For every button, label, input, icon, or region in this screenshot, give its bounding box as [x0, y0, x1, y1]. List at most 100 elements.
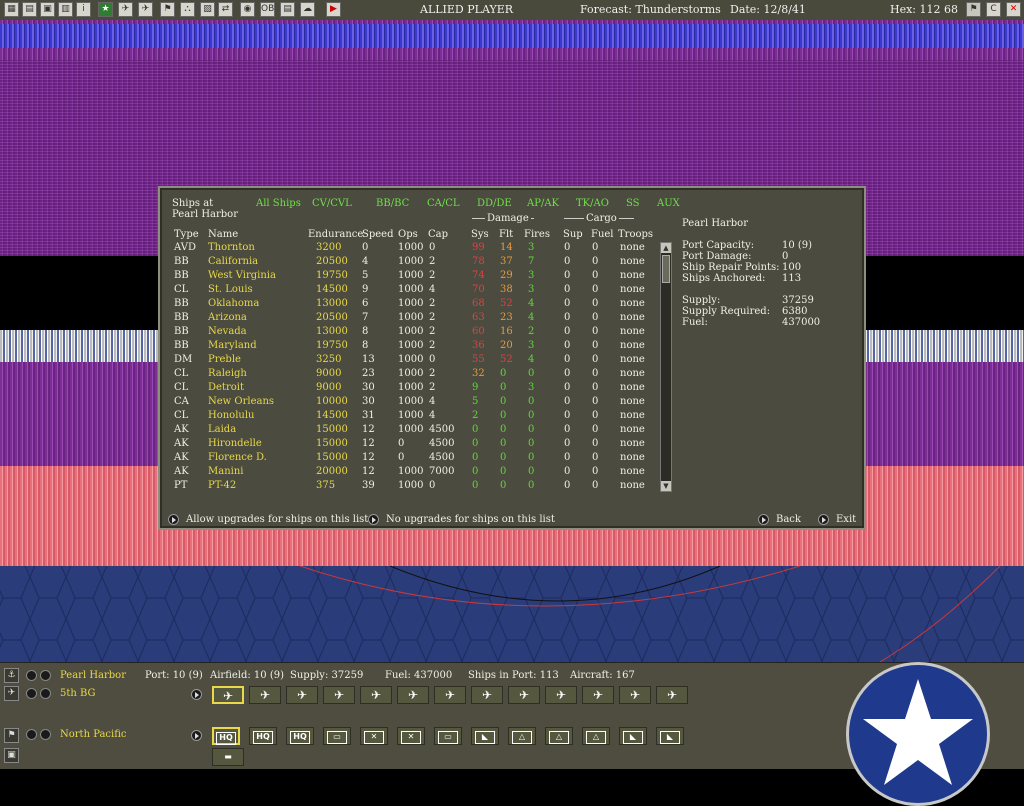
aircraft-unit-icon[interactable]: ✈ [619, 686, 651, 704]
ground-unit-icon[interactable]: ✕ [397, 727, 425, 745]
info-icon[interactable]: i [76, 2, 91, 17]
ship-name[interactable]: Laida [208, 424, 236, 435]
ship-name[interactable]: Oklahoma [208, 298, 259, 309]
flag-icon[interactable]: ⚑ [966, 2, 981, 17]
ship-name[interactable]: New Orleans [208, 396, 274, 407]
col-fires[interactable]: Fires [524, 229, 550, 240]
col-endurance[interactable]: Endurance [308, 229, 363, 240]
exit-label[interactable]: Exit [836, 514, 856, 525]
anchor-icon[interactable]: ⚓ [4, 668, 19, 683]
ship-row[interactable]: CL Honolulu 14500 31 1000 4 2 0 0 0 0 none [172, 410, 662, 424]
col-speed[interactable]: Speed [362, 229, 394, 240]
tab-ca-cl[interactable]: CA/CL [427, 198, 460, 209]
ship-row[interactable]: CA New Orleans 10000 30 1000 4 5 0 0 0 0 none [172, 396, 662, 410]
ground-unit-icon[interactable]: ◣ [656, 727, 684, 745]
menu-icon[interactable]: ▦ [4, 2, 19, 17]
no-upgrades-button[interactable] [368, 514, 379, 525]
hq-flag-icon[interactable]: ⚑ [4, 728, 19, 743]
ground-unit-icon[interactable]: ◣ [471, 727, 499, 745]
col-ops[interactable]: Ops [398, 229, 418, 240]
c-icon[interactable]: C [986, 2, 1001, 17]
ship-row[interactable]: AK Hirondelle 15000 12 0 4500 0 0 0 0 0 none [172, 438, 662, 452]
tab-all-ships[interactable]: All Ships [256, 198, 301, 209]
close-icon[interactable]: ✕ [1006, 2, 1021, 17]
ship-row[interactable]: AK Manini 20000 12 1000 7000 0 0 0 0 0 none [172, 466, 662, 480]
tab-tk-ao[interactable]: TK/AO [576, 198, 609, 209]
ship-name[interactable]: California [208, 256, 258, 267]
ship-name[interactable]: Florence D. [208, 452, 267, 463]
aircraft-unit-icon[interactable]: ✈ [212, 686, 244, 704]
back-button[interactable] [758, 514, 769, 525]
filter-icon[interactable]: ⇄ [218, 2, 233, 17]
report-icon[interactable]: ▥ [58, 2, 73, 17]
ship-name[interactable]: Raleigh [208, 368, 247, 379]
map-icon[interactable]: ▧ [200, 2, 215, 17]
ship-row[interactable]: BB Nevada 13000 8 1000 2 60 16 2 0 0 none [172, 326, 662, 340]
ship-list-icon[interactable]: ▣ [40, 2, 55, 17]
base-name[interactable]: Pearl Harbor [60, 670, 126, 681]
tank-unit-icon[interactable]: ▬ [212, 748, 244, 766]
ship-row[interactable]: BB West Virginia 19750 5 1000 2 74 29 3 0 0 none [172, 270, 662, 284]
aircraft-unit-icon[interactable]: ✈ [471, 686, 503, 704]
ship-name[interactable]: Thornton [208, 242, 255, 253]
next-hq-button[interactable] [40, 729, 51, 740]
aircraft-unit-icon[interactable]: ✈ [360, 686, 392, 704]
col-troops[interactable]: Troops [618, 229, 653, 240]
air-groups-expand-button[interactable] [191, 689, 202, 700]
tab-bb-bc[interactable]: BB/BC [376, 198, 409, 209]
ship-name[interactable]: Honolulu [208, 410, 254, 421]
air-group-name[interactable]: 5th BG [60, 688, 96, 699]
ground-unit-icon[interactable]: ▭ [323, 727, 351, 745]
next-base-button[interactable] [40, 670, 51, 681]
aircraft-unit-icon[interactable]: ✈ [656, 686, 688, 704]
ship-row[interactable]: BB Maryland 19750 8 1000 2 36 20 3 0 0 none [172, 340, 662, 354]
ship-row[interactable]: DM Preble 3250 13 1000 0 55 52 4 0 0 none [172, 354, 662, 368]
ship-name[interactable]: Manini [208, 466, 243, 477]
ground-unit-icon[interactable]: △ [508, 727, 536, 745]
aircraft-unit-icon[interactable]: ✈ [508, 686, 540, 704]
ship-name[interactable]: Arizona [208, 312, 247, 323]
aircraft-icon[interactable]: ✈ [138, 2, 153, 17]
air-group-icon[interactable]: ✈ [4, 686, 19, 701]
ship-row[interactable]: CL Raleigh 9000 23 1000 2 32 0 0 0 0 none [172, 368, 662, 382]
col-flt[interactable]: Flt [499, 229, 513, 240]
star-icon[interactable]: ★ [98, 2, 113, 17]
ship-name[interactable]: Detroit [208, 382, 244, 393]
ship-row[interactable]: BB Oklahoma 13000 6 1000 2 68 52 4 0 0 none [172, 298, 662, 312]
col-type[interactable]: Type [174, 229, 199, 240]
ship-name[interactable]: St. Louis [208, 284, 253, 295]
ground-unit-icon[interactable]: ▭ [434, 727, 462, 745]
aircraft-unit-icon[interactable]: ✈ [249, 686, 281, 704]
ship-name[interactable]: PT-42 [208, 480, 236, 491]
ship-row[interactable]: BB Arizona 20500 7 1000 2 63 23 4 0 0 none [172, 312, 662, 326]
units-expand-button[interactable] [191, 730, 202, 741]
ship-list-scrollbar[interactable]: ▲ ▼ [660, 242, 672, 492]
prev-air-group-button[interactable] [26, 688, 37, 699]
aircraft-unit-icon[interactable]: ✈ [582, 686, 614, 704]
ship-row[interactable]: AK Florence D. 15000 12 0 4500 0 0 0 0 0 none [172, 452, 662, 466]
scroll-down-icon[interactable]: ▼ [661, 481, 671, 491]
ship-name[interactable]: Preble [208, 354, 241, 365]
ground-unit-icon[interactable]: △ [545, 727, 573, 745]
ship-row[interactable]: CL St. Louis 14500 9 1000 4 70 38 3 0 0 none [172, 284, 662, 298]
col-sup[interactable]: Sup [563, 229, 583, 240]
ship-row[interactable]: PT PT-42 375 39 1000 0 0 0 0 0 0 none [172, 480, 662, 494]
next-air-group-button[interactable] [40, 688, 51, 699]
scroll-up-icon[interactable]: ▲ [661, 243, 671, 253]
ground-unit-icon[interactable]: ◣ [619, 727, 647, 745]
col-sys[interactable]: Sys [471, 229, 489, 240]
ground-unit-icon[interactable]: △ [582, 727, 610, 745]
list-icon[interactable]: ▤ [22, 2, 37, 17]
hq-unit-icon[interactable]: HQ [286, 727, 314, 745]
end-turn-icon[interactable]: ▶ [326, 2, 341, 17]
ship-row[interactable]: BB California 20500 4 1000 2 78 37 7 0 0 none [172, 256, 662, 270]
ground-unit-icon[interactable]: ▣ [4, 748, 19, 763]
tab-cv-cvl[interactable]: CV/CVL [312, 198, 352, 209]
tab-dd-de[interactable]: DD/DE [477, 198, 512, 209]
prev-hq-button[interactable] [26, 729, 37, 740]
tab-ap-ak[interactable]: AP/AK [527, 198, 559, 209]
hq-name[interactable]: North Pacific [60, 729, 127, 740]
ship-name[interactable]: Hirondelle [208, 438, 262, 449]
aircraft-unit-icon[interactable]: ✈ [323, 686, 355, 704]
tab-ss[interactable]: SS [626, 198, 640, 209]
